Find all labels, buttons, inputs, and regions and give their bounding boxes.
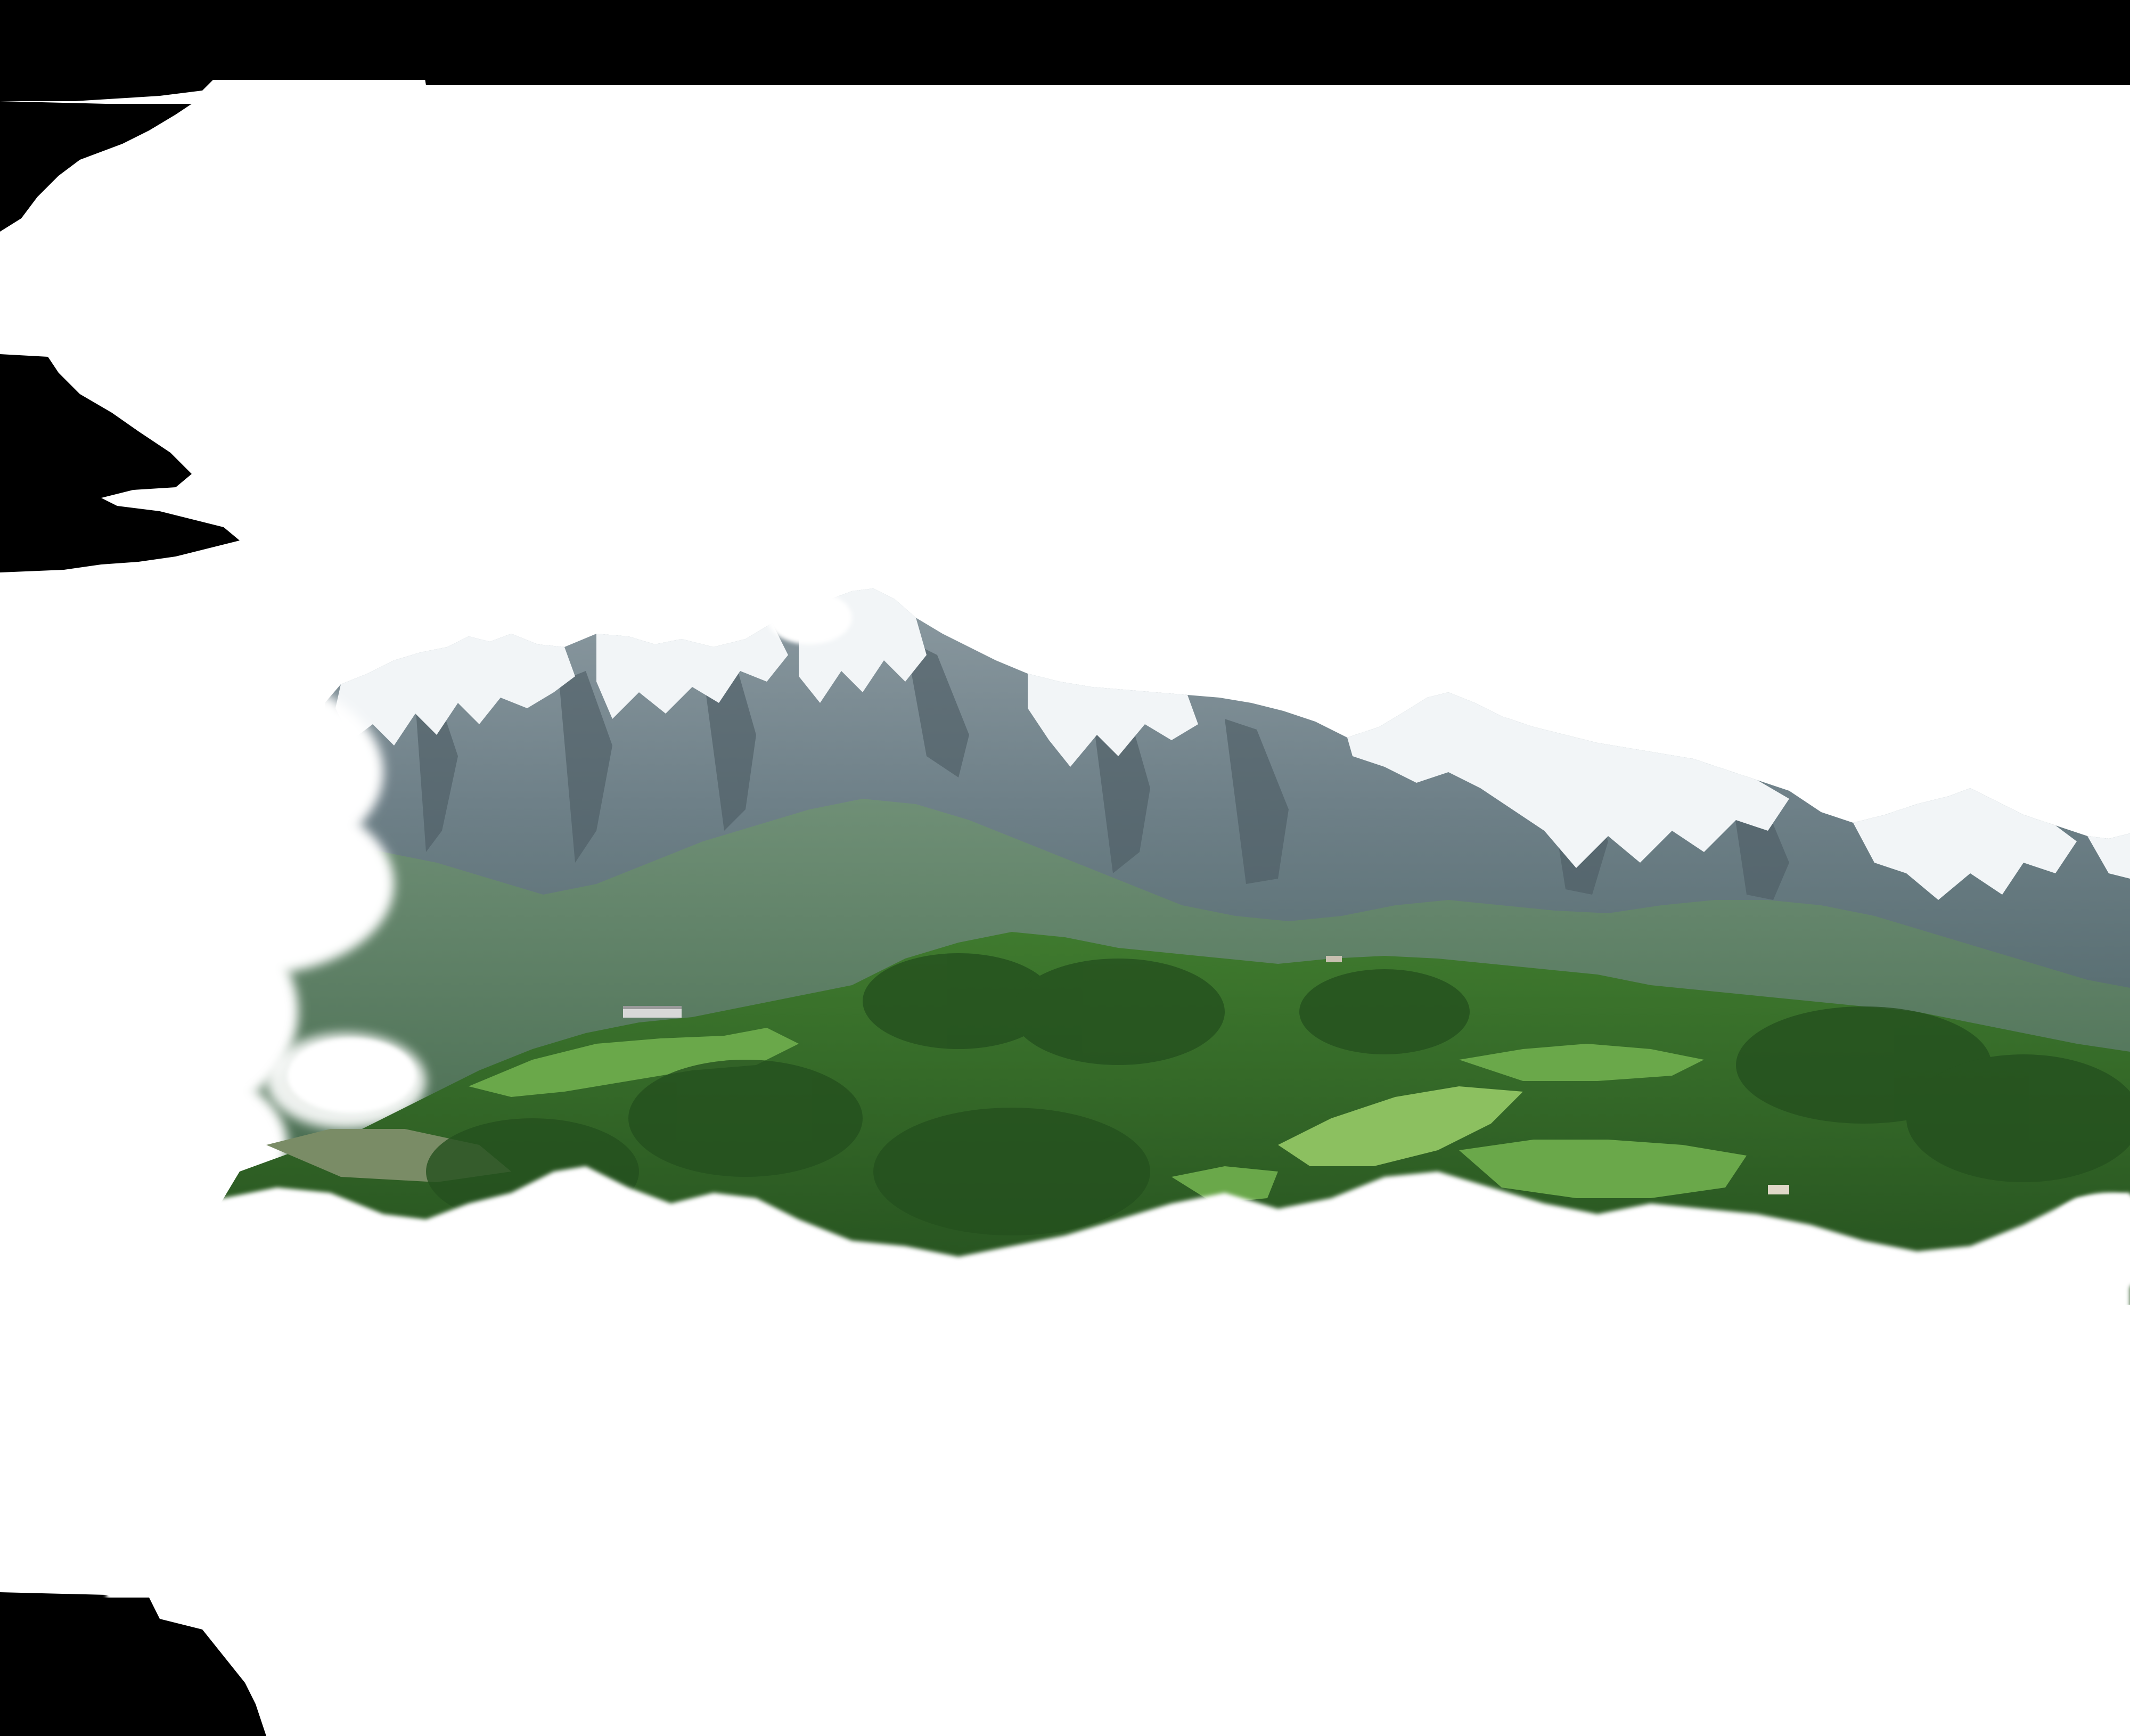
landscape-photo [0, 0, 2130, 1736]
landscape-svg [0, 0, 2130, 1736]
